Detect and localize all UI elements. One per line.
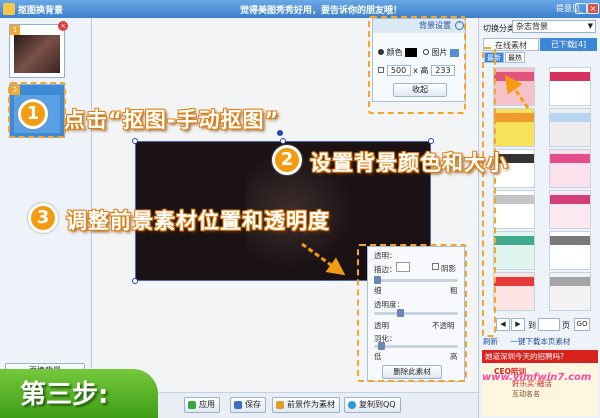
arrow-to-materials bbox=[504, 74, 530, 109]
step-banner: 第三步: bbox=[0, 369, 158, 418]
step-banner-text: 第三步: bbox=[20, 380, 109, 410]
watermark: www.ylmfwin7.com bbox=[482, 372, 592, 383]
arrows-overlay bbox=[301, 74, 530, 276]
arrow-to-foreground-panel bbox=[301, 242, 346, 276]
